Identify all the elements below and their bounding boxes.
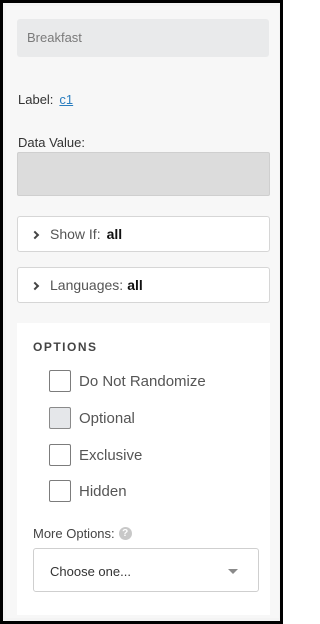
label-value-link[interactable]: c1 bbox=[59, 92, 73, 107]
option-label: Hidden bbox=[79, 482, 127, 500]
more-options-placeholder: Choose one... bbox=[50, 564, 131, 579]
option-do-not-randomize[interactable]: Do Not Randomize bbox=[49, 369, 206, 393]
languages-caption: Languages: bbox=[50, 277, 124, 293]
checkbox-optional[interactable] bbox=[49, 407, 71, 429]
chevron-right-icon bbox=[30, 281, 40, 291]
window-frame: Breakfast Label: c1 Data Value: Show If: a… bbox=[0, 0, 283, 624]
option-optional[interactable]: Optional bbox=[49, 406, 135, 430]
checkbox-hidden[interactable] bbox=[49, 480, 71, 502]
item-name-field[interactable]: Breakfast bbox=[17, 19, 269, 57]
options-title: OPTIONS bbox=[33, 340, 98, 354]
show-if-toggle[interactable]: Show If: all bbox=[17, 216, 270, 252]
chevron-right-icon bbox=[30, 230, 40, 240]
item-name-text: Breakfast bbox=[27, 30, 82, 45]
options-section: OPTIONS Do Not Randomize Optional Exclus… bbox=[17, 323, 270, 615]
option-exclusive[interactable]: Exclusive bbox=[49, 443, 142, 467]
data-value-caption: Data Value: bbox=[18, 135, 85, 150]
caret-down-icon bbox=[228, 569, 238, 574]
more-options-caption: More Options: bbox=[33, 526, 115, 541]
help-icon[interactable]: ? bbox=[118, 527, 132, 540]
languages-value: all bbox=[127, 277, 143, 293]
more-options-label: More Options: ? bbox=[33, 526, 132, 541]
show-if-caption: Show If: bbox=[50, 226, 101, 242]
option-label: Optional bbox=[79, 409, 135, 427]
option-label: Do Not Randomize bbox=[79, 372, 206, 390]
properties-panel: Breakfast Label: c1 Data Value: Show If: a… bbox=[6, 6, 279, 618]
label-caption: Label: bbox=[18, 92, 54, 107]
checkbox-do-not-randomize[interactable] bbox=[49, 370, 71, 392]
checkbox-exclusive[interactable] bbox=[49, 444, 71, 466]
data-value-field[interactable] bbox=[17, 152, 270, 196]
label-row: Label: c1 bbox=[18, 92, 73, 107]
show-if-value: all bbox=[106, 226, 123, 242]
option-label: Exclusive bbox=[79, 446, 143, 464]
languages-toggle[interactable]: Languages: all bbox=[17, 267, 270, 303]
more-options-select[interactable]: Choose one... bbox=[33, 548, 259, 592]
option-hidden[interactable]: Hidden bbox=[49, 479, 127, 503]
